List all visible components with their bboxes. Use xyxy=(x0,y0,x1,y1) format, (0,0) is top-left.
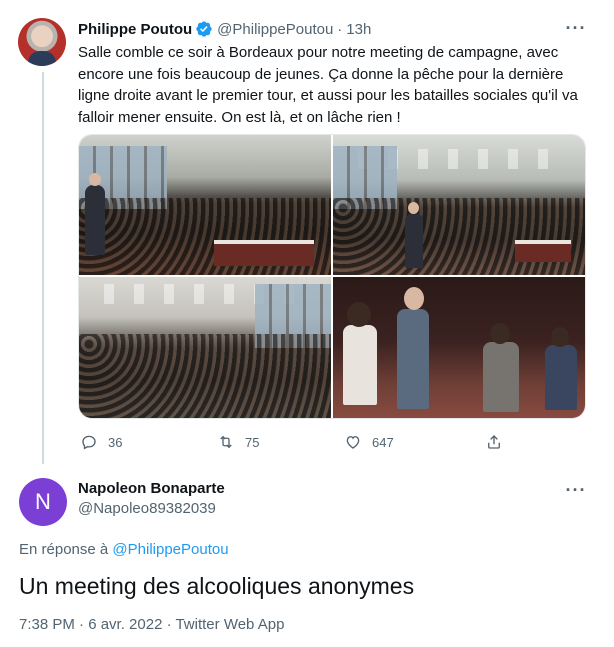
photo-stage-right[interactable] xyxy=(333,135,585,275)
tweet-header: Philippe Poutou @PhilippePoutou · 13h xyxy=(78,18,371,40)
reply-context: En réponse à @PhilippePoutou xyxy=(19,541,229,558)
tweet-text: Salle comble ce soir à Bordeaux pour not… xyxy=(78,44,578,126)
reply-count: 36 xyxy=(108,434,123,450)
photo-panel[interactable] xyxy=(333,277,585,418)
like-icon xyxy=(346,436,360,449)
more-icon[interactable]: ··· xyxy=(563,481,589,504)
separator-dot: · xyxy=(337,20,343,38)
tweet-metadata[interactable]: 7:38 PM · 6 avr. 2022 · Twitter Web App xyxy=(19,616,284,633)
reply-prefix: En réponse à xyxy=(19,541,109,558)
reply-icon xyxy=(82,435,96,450)
reply-action[interactable]: 36 xyxy=(80,432,122,452)
photo-stage-left[interactable] xyxy=(79,135,331,275)
avatar-napoleon-bonaparte[interactable]: N xyxy=(19,478,67,526)
author-name[interactable]: Napoleon Bonaparte xyxy=(78,480,225,497)
author-handle[interactable]: @PhilippePoutou xyxy=(217,21,333,38)
author-handle[interactable]: @Napoleo89382039 xyxy=(78,500,216,517)
thread-connector xyxy=(42,72,44,464)
tweet-timestamp[interactable]: 13h xyxy=(346,21,371,38)
retweet-icon xyxy=(220,435,232,449)
share-action[interactable] xyxy=(485,432,513,452)
like-action[interactable]: 647 xyxy=(344,432,394,452)
tweet-text: Un meeting des alcooliques anonymes xyxy=(19,573,415,599)
retweet-action[interactable]: 75 xyxy=(217,432,259,452)
more-icon[interactable]: ··· xyxy=(563,19,589,42)
avatar-philippe-poutou[interactable] xyxy=(18,18,66,66)
author-name[interactable]: Philippe Poutou xyxy=(78,21,192,38)
share-icon xyxy=(488,435,500,449)
reply-mention-link[interactable]: @PhilippePoutou xyxy=(112,541,228,558)
media-grid[interactable] xyxy=(78,134,586,419)
retweet-count: 75 xyxy=(245,434,260,450)
photo-crowd[interactable] xyxy=(79,277,331,418)
like-count: 647 xyxy=(372,434,394,450)
verified-badge-icon xyxy=(196,21,212,37)
